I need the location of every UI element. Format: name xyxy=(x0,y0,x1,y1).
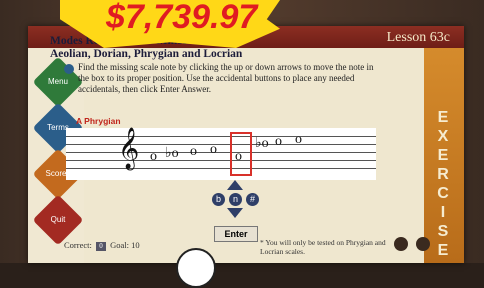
score-row: Correct: 0 Goal: 10 xyxy=(64,240,140,251)
footnote: * You will only be tested on Phrygian an… xyxy=(260,238,386,256)
exercise-letter: I xyxy=(440,204,448,221)
staff-line xyxy=(66,152,376,153)
goal-label: Goal: 10 xyxy=(110,240,140,250)
exercise-letter: E xyxy=(437,109,451,126)
badge-circle xyxy=(176,248,216,288)
scale-note: o xyxy=(210,142,217,157)
scale-note: o xyxy=(190,144,197,159)
scale-note: ♭o xyxy=(165,146,179,161)
price-text: $7,739.97 xyxy=(106,0,258,36)
correct-value: 0 xyxy=(95,242,106,251)
exercise-letter: R xyxy=(437,166,451,183)
scale-label: A Phrygian xyxy=(76,116,121,126)
treble-clef-icon: 𝄞 xyxy=(118,128,140,168)
scale-note: o xyxy=(150,149,157,164)
arrow-up-icon[interactable] xyxy=(227,180,243,190)
page-nav xyxy=(390,237,430,256)
exercise-letter: E xyxy=(437,147,451,164)
nav-quit-label: Quit xyxy=(50,215,66,224)
next-page-icon[interactable] xyxy=(416,237,430,251)
sharp-button[interactable]: # xyxy=(246,193,259,206)
staff-line xyxy=(66,136,376,137)
flat-button[interactable]: b xyxy=(212,193,225,206)
natural-button[interactable]: n xyxy=(229,193,242,206)
staff-line xyxy=(66,168,376,169)
staff-line xyxy=(66,144,376,145)
exercise-letter: S xyxy=(437,223,451,240)
exercise-letter: E xyxy=(437,242,451,259)
title-line2: Aeolian, Dorian, Phrygian and Locrian xyxy=(50,48,243,60)
scale-note: ♭o xyxy=(255,136,269,151)
correct-label: Correct: xyxy=(64,240,92,250)
instructions: Find the missing scale note by clicking … xyxy=(78,62,374,94)
scale-note: o xyxy=(275,134,282,149)
lesson-title: Lesson 63c xyxy=(386,30,450,45)
staff xyxy=(66,128,376,180)
enter-answer-button[interactable]: Enter xyxy=(214,226,258,242)
bullet-icon xyxy=(64,64,74,74)
staff-line xyxy=(66,160,376,161)
exercise-letter: C xyxy=(437,185,451,202)
arrow-down-icon[interactable] xyxy=(227,208,243,218)
scale-note: o xyxy=(295,132,302,147)
price-badge: $7,739.97 xyxy=(60,0,280,48)
exercise-letter: X xyxy=(437,128,451,145)
prev-page-icon[interactable] xyxy=(394,237,408,251)
answer-box[interactable] xyxy=(230,132,252,176)
exercise-rail: E X E R C I S E xyxy=(424,48,464,263)
exercise-label: E X E R C I S E xyxy=(424,108,464,260)
